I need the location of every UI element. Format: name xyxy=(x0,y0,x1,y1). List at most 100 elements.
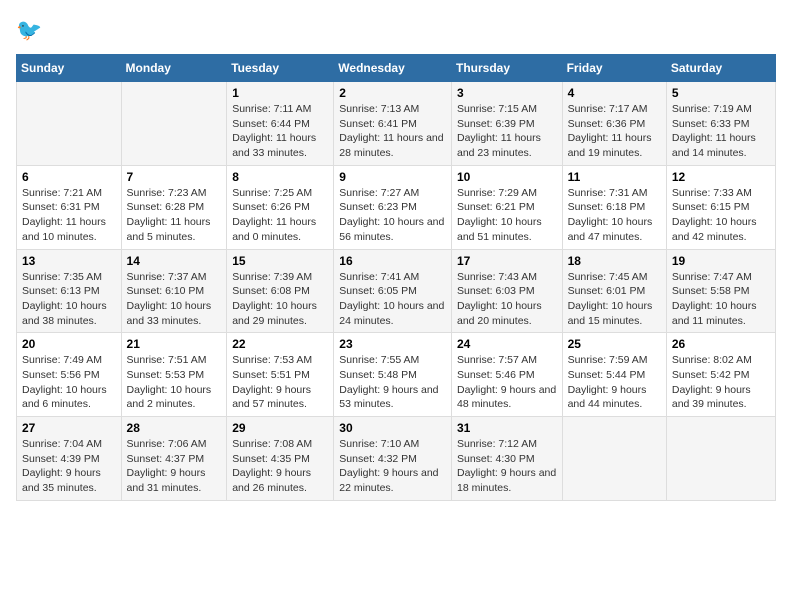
week-row-2: 6Sunrise: 7:21 AMSunset: 6:31 PMDaylight… xyxy=(17,165,776,249)
day-info: Sunrise: 7:15 AMSunset: 6:39 PMDaylight:… xyxy=(457,102,557,161)
sunset: Sunset: 6:44 PM xyxy=(232,118,310,130)
daylight: Daylight: 9 hours and 22 minutes. xyxy=(339,467,438,494)
sunrise: Sunrise: 7:11 AM xyxy=(232,103,311,115)
day-info: Sunrise: 7:06 AMSunset: 4:37 PMDaylight:… xyxy=(127,437,222,496)
calendar-cell: 11Sunrise: 7:31 AMSunset: 6:18 PMDayligh… xyxy=(562,165,666,249)
daylight: Daylight: 11 hours and 14 minutes. xyxy=(672,132,756,159)
daylight: Daylight: 11 hours and 33 minutes. xyxy=(232,132,316,159)
daylight: Daylight: 10 hours and 38 minutes. xyxy=(22,300,107,327)
daylight: Daylight: 11 hours and 0 minutes. xyxy=(232,216,316,243)
day-number: 1 xyxy=(232,86,328,100)
daylight: Daylight: 10 hours and 24 minutes. xyxy=(339,300,444,327)
week-row-3: 13Sunrise: 7:35 AMSunset: 6:13 PMDayligh… xyxy=(17,249,776,333)
header-monday: Monday xyxy=(121,55,227,82)
sunset: Sunset: 4:37 PM xyxy=(127,453,205,465)
day-info: Sunrise: 7:04 AMSunset: 4:39 PMDaylight:… xyxy=(22,437,116,496)
day-info: Sunrise: 7:27 AMSunset: 6:23 PMDaylight:… xyxy=(339,186,446,245)
sunrise: Sunrise: 7:31 AM xyxy=(568,187,648,199)
calendar-cell: 6Sunrise: 7:21 AMSunset: 6:31 PMDaylight… xyxy=(17,165,122,249)
daylight: Daylight: 9 hours and 48 minutes. xyxy=(457,384,556,411)
header-sunday: Sunday xyxy=(17,55,122,82)
sunset: Sunset: 6:18 PM xyxy=(568,201,646,213)
sunset: Sunset: 6:36 PM xyxy=(568,118,646,130)
day-info: Sunrise: 7:37 AMSunset: 6:10 PMDaylight:… xyxy=(127,270,222,329)
sunrise: Sunrise: 7:49 AM xyxy=(22,354,102,366)
sunrise: Sunrise: 7:41 AM xyxy=(339,271,419,283)
sunset: Sunset: 6:01 PM xyxy=(568,285,646,297)
sunset: Sunset: 5:58 PM xyxy=(672,285,750,297)
sunset: Sunset: 6:31 PM xyxy=(22,201,100,213)
day-info: Sunrise: 7:25 AMSunset: 6:26 PMDaylight:… xyxy=(232,186,328,245)
calendar-cell xyxy=(121,82,227,166)
page-header: 🐦 xyxy=(16,16,776,46)
day-info: Sunrise: 7:19 AMSunset: 6:33 PMDaylight:… xyxy=(672,102,770,161)
calendar-cell: 17Sunrise: 7:43 AMSunset: 6:03 PMDayligh… xyxy=(451,249,562,333)
day-number: 12 xyxy=(672,170,770,184)
day-number: 6 xyxy=(22,170,116,184)
header-saturday: Saturday xyxy=(666,55,775,82)
day-number: 5 xyxy=(672,86,770,100)
daylight: Daylight: 10 hours and 2 minutes. xyxy=(127,384,212,411)
sunrise: Sunrise: 7:43 AM xyxy=(457,271,537,283)
calendar-cell: 8Sunrise: 7:25 AMSunset: 6:26 PMDaylight… xyxy=(227,165,334,249)
week-row-4: 20Sunrise: 7:49 AMSunset: 5:56 PMDayligh… xyxy=(17,333,776,417)
sunrise: Sunrise: 7:55 AM xyxy=(339,354,419,366)
calendar-cell: 27Sunrise: 7:04 AMSunset: 4:39 PMDayligh… xyxy=(17,417,122,501)
calendar-cell: 2Sunrise: 7:13 AMSunset: 6:41 PMDaylight… xyxy=(334,82,452,166)
day-info: Sunrise: 8:02 AMSunset: 5:42 PMDaylight:… xyxy=(672,353,770,412)
calendar-cell: 10Sunrise: 7:29 AMSunset: 6:21 PMDayligh… xyxy=(451,165,562,249)
sunrise: Sunrise: 7:57 AM xyxy=(457,354,537,366)
calendar-cell: 7 Sunrise: 7:23 AMSunset: 6:28 PMDaylight… xyxy=(121,165,227,249)
sunset: Sunset: 6:41 PM xyxy=(339,118,417,130)
day-number: 19 xyxy=(672,254,770,268)
calendar-cell: 24 Sunrise: 7:57 AMSunset: 5:46 PMDayligh… xyxy=(451,333,562,417)
svg-text:🐦: 🐦 xyxy=(16,19,42,42)
calendar-cell: 20Sunrise: 7:49 AMSunset: 5:56 PMDayligh… xyxy=(17,333,122,417)
sunrise: Sunrise: 7:29 AM xyxy=(457,187,537,199)
day-number: 16 xyxy=(339,254,446,268)
calendar-cell xyxy=(666,417,775,501)
daylight: Daylight: 10 hours and 11 minutes. xyxy=(672,300,757,327)
sunrise: Sunrise: 8:02 AM xyxy=(672,354,752,366)
day-number: 24 xyxy=(457,337,557,351)
daylight: Daylight: 9 hours and 35 minutes. xyxy=(22,467,101,494)
day-number: 30 xyxy=(339,421,446,435)
day-number: 7 xyxy=(127,170,222,184)
sunset: Sunset: 6:08 PM xyxy=(232,285,310,297)
daylight: Daylight: 9 hours and 18 minutes. xyxy=(457,467,556,494)
calendar-cell: 31Sunrise: 7:12 AMSunset: 4:30 PMDayligh… xyxy=(451,417,562,501)
calendar-header-row: SundayMondayTuesdayWednesdayThursdayFrid… xyxy=(17,55,776,82)
day-number: 18 xyxy=(568,254,661,268)
sunrise: Sunrise: 7:45 AM xyxy=(568,271,648,283)
calendar-cell: 23Sunrise: 7:55 AMSunset: 5:48 PMDayligh… xyxy=(334,333,452,417)
sunset: Sunset: 6:23 PM xyxy=(339,201,417,213)
sunrise: Sunrise: 7:59 AM xyxy=(568,354,648,366)
day-info: Sunrise: 7:53 AMSunset: 5:51 PMDaylight:… xyxy=(232,353,328,412)
daylight: Daylight: 9 hours and 57 minutes. xyxy=(232,384,311,411)
sunrise: Sunrise: 7:51 AM xyxy=(127,354,207,366)
daylight: Daylight: 11 hours and 28 minutes. xyxy=(339,132,443,159)
calendar-cell: 1 Sunrise: 7:11 AM Sunset: 6:44 PM Daylight… xyxy=(227,82,334,166)
day-info: Sunrise: 7:11 AM Sunset: 6:44 PM Daylight:… xyxy=(232,102,328,161)
day-info: Sunrise: 7:23 AMSunset: 6:28 PMDaylight:… xyxy=(127,186,222,245)
week-row-1: 1 Sunrise: 7:11 AM Sunset: 6:44 PM Daylight… xyxy=(17,82,776,166)
sunset: Sunset: 5:53 PM xyxy=(127,369,205,381)
daylight: Daylight: 10 hours and 42 minutes. xyxy=(672,216,757,243)
day-number: 9 xyxy=(339,170,446,184)
sunrise: Sunrise: 7:15 AM xyxy=(457,103,537,115)
sunrise: Sunrise: 7:13 AM xyxy=(339,103,419,115)
calendar-cell: 4Sunrise: 7:17 AMSunset: 6:36 PMDaylight… xyxy=(562,82,666,166)
sunrise: Sunrise: 7:35 AM xyxy=(22,271,102,283)
calendar-cell: 26Sunrise: 8:02 AMSunset: 5:42 PMDayligh… xyxy=(666,333,775,417)
day-info: Sunrise: 7:43 AMSunset: 6:03 PMDaylight:… xyxy=(457,270,557,329)
day-info: Sunrise: 7:29 AMSunset: 6:21 PMDaylight:… xyxy=(457,186,557,245)
day-info: Sunrise: 7:57 AMSunset: 5:46 PMDaylight:… xyxy=(457,353,557,412)
sunset: Sunset: 6:05 PM xyxy=(339,285,417,297)
day-info: Sunrise: 7:10 AMSunset: 4:32 PMDaylight:… xyxy=(339,437,446,496)
sunrise: Sunrise: 7:19 AM xyxy=(672,103,752,115)
calendar-cell: 5 Sunrise: 7:19 AMSunset: 6:33 PMDaylight… xyxy=(666,82,775,166)
sunset: Sunset: 6:03 PM xyxy=(457,285,535,297)
sunset: Sunset: 5:56 PM xyxy=(22,369,100,381)
day-info: Sunrise: 7:55 AMSunset: 5:48 PMDaylight:… xyxy=(339,353,446,412)
daylight: Daylight: 11 hours and 19 minutes. xyxy=(568,132,652,159)
